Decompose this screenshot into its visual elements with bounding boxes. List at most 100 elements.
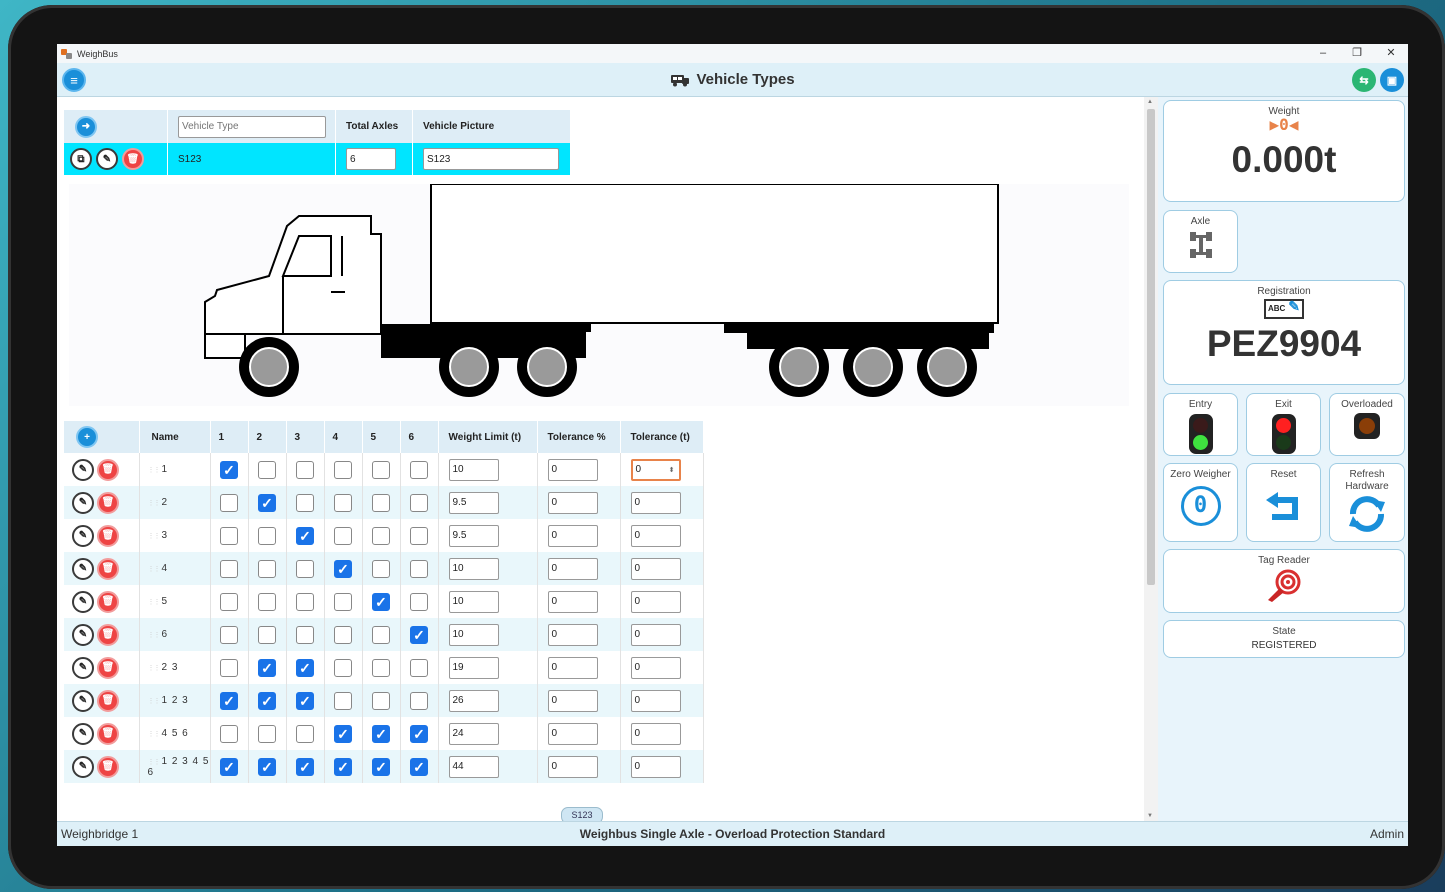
axle-3-checkbox[interactable] <box>296 724 314 743</box>
axle-3-checkbox[interactable] <box>296 691 314 710</box>
axle-1-checkbox[interactable] <box>220 559 238 578</box>
delete-row-button[interactable]: 🗑 <box>97 689 119 712</box>
tolerance-t-input[interactable]: 0 ⬍ <box>630 458 681 481</box>
edit-button[interactable]: ✎ <box>96 148 118 170</box>
axle-2-checkbox[interactable] <box>258 724 276 743</box>
axle-6-checkbox[interactable] <box>410 691 428 710</box>
axle-2-checkbox[interactable] <box>258 559 276 578</box>
axle-2-checkbox[interactable] <box>258 460 276 479</box>
axle-2-checkbox[interactable] <box>258 526 276 545</box>
axle-5-checkbox[interactable] <box>372 493 390 512</box>
tolerance-pct-input[interactable]: 0 <box>547 755 598 778</box>
axle-group-row[interactable]: ✎ 🗑 1 10 0 0⬍ <box>64 453 704 486</box>
tolerance-pct-input[interactable]: 0 <box>547 557 598 580</box>
tag-reader-card[interactable]: Tag Reader <box>1163 549 1405 613</box>
axle-4-checkbox[interactable] <box>334 757 352 776</box>
axle-group-row[interactable]: ✎ 🗑 4 10 0 0 <box>64 552 704 585</box>
tolerance-t-input[interactable]: 0 <box>630 722 681 745</box>
scroll-up-icon[interactable]: ▲ <box>1147 99 1153 105</box>
vehicle-picture-input[interactable] <box>423 148 559 170</box>
delete-row-button[interactable]: 🗑 <box>97 623 119 646</box>
axle-5-checkbox[interactable] <box>372 460 390 479</box>
axle-4-checkbox[interactable] <box>334 559 352 578</box>
axle-1-checkbox[interactable] <box>220 493 238 512</box>
vehicle-type-search-input[interactable] <box>178 115 326 138</box>
axle-1-checkbox[interactable] <box>220 625 238 644</box>
vehicle-type-row[interactable]: ⧉ ✎ 🗑 S123 <box>64 143 570 175</box>
axle-5-checkbox[interactable] <box>372 592 390 611</box>
tolerance-pct-input[interactable]: 0 <box>547 524 598 547</box>
display-button[interactable]: ▣ <box>1380 68 1404 92</box>
axle-3-checkbox[interactable] <box>296 757 314 776</box>
axle-4-checkbox[interactable] <box>334 625 352 644</box>
axle-6-checkbox[interactable] <box>410 526 428 545</box>
axle-5-checkbox[interactable] <box>372 724 390 743</box>
axle-5-checkbox[interactable] <box>372 658 390 677</box>
axle-2-checkbox[interactable] <box>258 691 276 710</box>
delete-row-button[interactable]: 🗑 <box>97 590 119 613</box>
tolerance-pct-input[interactable]: 0 <box>547 689 598 712</box>
axle-1-checkbox[interactable] <box>220 724 238 743</box>
axle-4-checkbox[interactable] <box>334 658 352 677</box>
axle-3-checkbox[interactable] <box>296 493 314 512</box>
axle-5-checkbox[interactable] <box>372 757 390 776</box>
axle-1-checkbox[interactable] <box>220 658 238 677</box>
axle-6-checkbox[interactable] <box>410 493 428 512</box>
axle-6-checkbox[interactable] <box>410 658 428 677</box>
weight-limit-input[interactable]: 24 <box>448 722 499 745</box>
axle-2-checkbox[interactable] <box>258 625 276 644</box>
axle-1-checkbox[interactable] <box>220 691 238 710</box>
axle-4-checkbox[interactable] <box>334 691 352 710</box>
axle-5-checkbox[interactable] <box>372 625 390 644</box>
edit-row-button[interactable]: ✎ <box>72 590 94 613</box>
copy-button[interactable]: ⧉ <box>70 148 92 170</box>
registration-card[interactable]: Registration ABC ✎ PEZ9904 <box>1163 280 1405 385</box>
tolerance-t-input[interactable]: 0 <box>630 491 681 514</box>
axle-5-checkbox[interactable] <box>372 526 390 545</box>
delete-row-button[interactable]: 🗑 <box>97 755 119 778</box>
axle-4-checkbox[interactable] <box>334 724 352 743</box>
page-chip[interactable]: S123 <box>561 807 603 821</box>
edit-row-button[interactable]: ✎ <box>72 755 94 778</box>
tolerance-t-input[interactable]: 0 <box>630 557 681 580</box>
add-axle-group-button[interactable]: + <box>76 426 98 448</box>
scrollbar-thumb[interactable] <box>1147 109 1155 585</box>
delete-row-button[interactable]: 🗑 <box>97 722 119 745</box>
axle-6-checkbox[interactable] <box>410 724 428 743</box>
weight-limit-input[interactable]: 10 <box>448 590 499 613</box>
axle-6-checkbox[interactable] <box>410 460 428 479</box>
edit-row-button[interactable]: ✎ <box>72 722 94 745</box>
axle-6-checkbox[interactable] <box>410 757 428 776</box>
axle-group-row[interactable]: ✎ 🗑 2 3 19 0 0 <box>64 651 704 684</box>
edit-row-button[interactable]: ✎ <box>72 491 94 514</box>
tolerance-t-input[interactable]: 0 <box>630 755 681 778</box>
axle-6-checkbox[interactable] <box>410 625 428 644</box>
delete-row-button[interactable]: 🗑 <box>97 557 119 580</box>
tolerance-pct-input[interactable]: 0 <box>547 656 598 679</box>
delete-row-button[interactable]: 🗑 <box>97 656 119 679</box>
axle-group-row[interactable]: ✎ 🗑 4 5 6 24 0 0 <box>64 717 704 750</box>
weight-limit-input[interactable]: 9.5 <box>448 491 499 514</box>
axle-3-checkbox[interactable] <box>296 460 314 479</box>
tolerance-t-input[interactable]: 0 <box>630 623 681 646</box>
overloaded-light[interactable]: Overloaded <box>1329 393 1405 456</box>
axle-3-checkbox[interactable] <box>296 625 314 644</box>
weight-limit-input[interactable]: 44 <box>448 755 499 778</box>
edit-row-button[interactable]: ✎ <box>72 557 94 580</box>
axle-3-checkbox[interactable] <box>296 559 314 578</box>
weight-limit-input[interactable]: 10 <box>448 458 499 481</box>
axle-1-checkbox[interactable] <box>220 757 238 776</box>
axle-2-checkbox[interactable] <box>258 757 276 776</box>
tolerance-pct-input[interactable]: 0 <box>547 458 598 481</box>
weight-limit-input[interactable]: 26 <box>448 689 499 712</box>
axle-6-checkbox[interactable] <box>410 592 428 611</box>
axle-group-row[interactable]: ✎ 🗑 2 9.5 0 0 <box>64 486 704 519</box>
total-axles-input[interactable] <box>346 148 396 170</box>
tolerance-t-input[interactable]: 0 <box>630 656 681 679</box>
axle-6-checkbox[interactable] <box>410 559 428 578</box>
tolerance-pct-input[interactable]: 0 <box>547 623 598 646</box>
edit-row-button[interactable]: ✎ <box>72 524 94 547</box>
maximize-button[interactable]: ❐ <box>1340 44 1374 63</box>
edit-row-button[interactable]: ✎ <box>72 689 94 712</box>
menu-button[interactable]: ≡ <box>62 68 86 92</box>
